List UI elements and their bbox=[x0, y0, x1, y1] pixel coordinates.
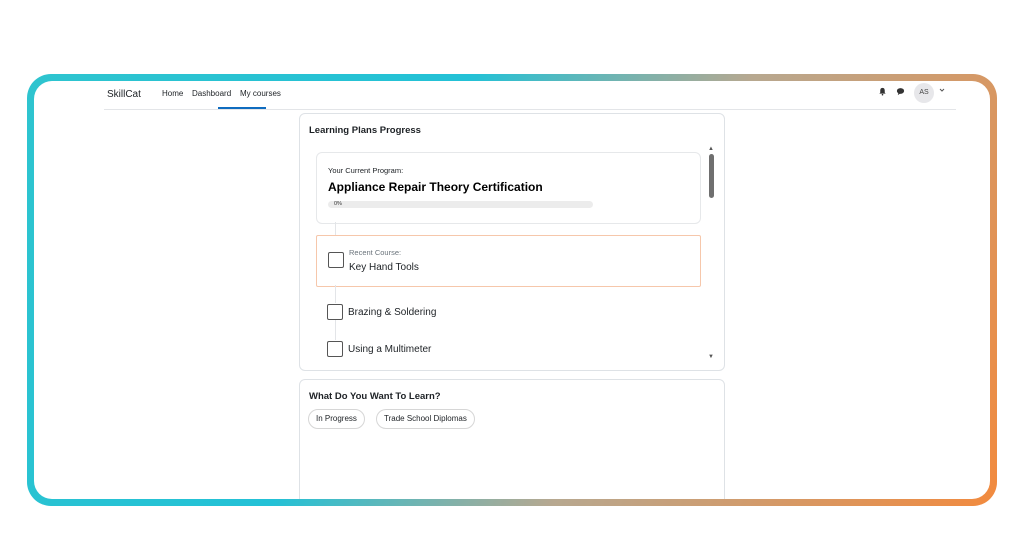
site-brand[interactable]: SkillCat bbox=[107, 89, 141, 100]
course-checkbox-multimeter[interactable] bbox=[327, 341, 343, 357]
recent-course-box[interactable]: Recent Course: Key Hand Tools bbox=[316, 235, 701, 287]
program-title[interactable]: Appliance Repair Theory Certification bbox=[328, 180, 543, 194]
scrollbar-thumb[interactable] bbox=[709, 154, 714, 198]
browser-viewport: SkillCat Home Dashboard My courses AS Le… bbox=[34, 81, 990, 499]
learning-plans-title: Learning Plans Progress bbox=[309, 125, 421, 136]
chevron-down-icon[interactable] bbox=[939, 87, 945, 95]
program-progress-bar bbox=[328, 201, 593, 208]
course-item-multimeter[interactable]: Using a Multimeter bbox=[348, 344, 431, 355]
top-navbar: SkillCat Home Dashboard My courses AS bbox=[104, 81, 956, 110]
progress-text: 0% bbox=[334, 201, 342, 207]
recent-course-checkbox[interactable] bbox=[328, 252, 344, 268]
course-item-brazing[interactable]: Brazing & Soldering bbox=[348, 307, 436, 318]
timeline-connector bbox=[335, 285, 336, 303]
chip-trade-school-diplomas[interactable]: Trade School Diplomas bbox=[376, 409, 475, 429]
active-nav-underline bbox=[218, 107, 266, 109]
learning-plans-card: Learning Plans Progress Your Current Pro… bbox=[299, 113, 725, 371]
user-avatar[interactable]: AS bbox=[914, 83, 934, 103]
recent-course-name[interactable]: Key Hand Tools bbox=[349, 262, 419, 273]
bell-icon[interactable] bbox=[876, 87, 888, 99]
program-label: Your Current Program: bbox=[328, 166, 404, 175]
chip-in-progress[interactable]: In Progress bbox=[308, 409, 365, 429]
nav-home[interactable]: Home bbox=[162, 89, 183, 98]
scroll-down-arrow-icon[interactable]: ▼ bbox=[708, 354, 714, 360]
learn-card: What Do You Want To Learn? In Progress T… bbox=[299, 379, 725, 499]
recent-course-label: Recent Course: bbox=[349, 248, 402, 257]
chat-icon[interactable] bbox=[894, 87, 906, 99]
scrollbar[interactable]: ▲ ▼ bbox=[708, 146, 714, 360]
gradient-frame: SkillCat Home Dashboard My courses AS Le… bbox=[27, 74, 997, 506]
nav-dashboard[interactable]: Dashboard bbox=[192, 89, 231, 98]
current-program-box[interactable]: Your Current Program: Appliance Repair T… bbox=[316, 152, 701, 224]
learn-title: What Do You Want To Learn? bbox=[309, 391, 441, 402]
timeline-connector bbox=[335, 320, 336, 340]
nav-my-courses[interactable]: My courses bbox=[240, 89, 281, 98]
timeline-connector bbox=[335, 222, 336, 235]
course-checkbox-brazing[interactable] bbox=[327, 304, 343, 320]
scroll-up-arrow-icon[interactable]: ▲ bbox=[708, 146, 714, 152]
